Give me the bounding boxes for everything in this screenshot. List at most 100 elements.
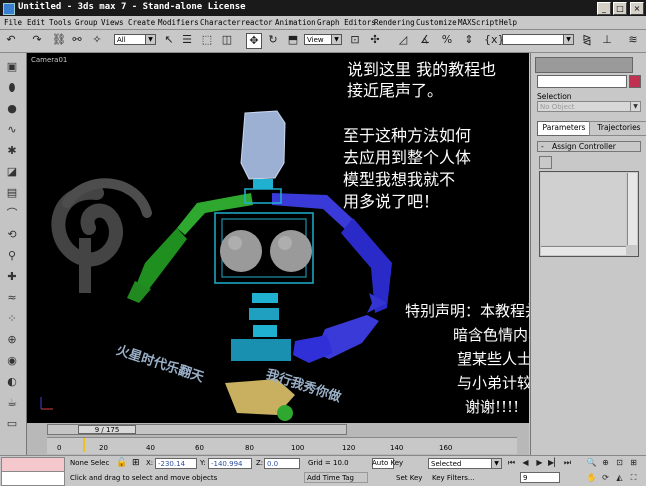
track-bar[interactable]: 0 20 40 60 80 100 120 140 160 (47, 437, 517, 454)
menu-tools[interactable]: Tools (49, 18, 72, 27)
play-icon[interactable]: ▶ (534, 457, 545, 468)
named-selection-icon[interactable]: {x} (484, 33, 505, 47)
maximize-button[interactable]: □ (613, 2, 627, 15)
vertical-scrollbar[interactable] (627, 173, 637, 245)
menu-reactor[interactable]: reactor (241, 18, 273, 27)
reference-coordinate-dropdown[interactable]: View ▼ (304, 34, 342, 45)
space-warp-icon[interactable]: ≈ (4, 290, 20, 305)
auto-key-button[interactable]: Auto Key (372, 459, 403, 467)
menu-edit[interactable]: Edit (27, 18, 45, 27)
create-light-icon[interactable]: ✱ (4, 143, 20, 158)
create-box-icon[interactable]: ▣ (4, 59, 20, 74)
selection-dropdown[interactable]: No Object ▼ (537, 101, 641, 112)
tab-trajectories[interactable]: Trajectories (589, 121, 646, 136)
set-key-button[interactable]: Set Key (396, 474, 422, 482)
helper-icon[interactable]: ✚ (4, 269, 20, 284)
horizontal-scrollbar[interactable] (541, 246, 626, 255)
menu-group[interactable]: Group (75, 18, 98, 27)
z-coordinate-field[interactable]: 0.0 (264, 458, 300, 469)
goto-start-icon[interactable]: ⏮ (506, 457, 517, 468)
spinner-snap-icon[interactable]: ⇕ (462, 33, 476, 47)
close-button[interactable]: × (630, 2, 644, 15)
add-time-tag-button[interactable]: Add Time Tag (304, 472, 368, 483)
mirror-icon[interactable]: ⧎ (580, 33, 594, 47)
tab-parameters[interactable]: Parameters (537, 121, 591, 136)
zoom-extents-icon[interactable]: ⊡ (614, 457, 625, 468)
undo-icon[interactable]: ↶ (4, 33, 18, 47)
maxscript-mini-listener[interactable] (1, 471, 65, 486)
reactor-icon[interactable]: ◉ (4, 353, 20, 368)
current-frame-field[interactable]: 9 (520, 472, 560, 483)
key-selection-dropdown[interactable]: Selected ▼ (428, 458, 502, 469)
display-icon[interactable]: ▭ (4, 416, 20, 431)
menu-rendering[interactable]: Rendering (374, 18, 415, 27)
selection-filter-dropdown[interactable]: All ▼ (114, 34, 156, 45)
bone-tool-icon[interactable]: ⚲ (4, 248, 20, 263)
field-of-view-icon[interactable]: ◭ (614, 472, 625, 483)
select-object-icon[interactable]: ↖ (162, 33, 176, 47)
create-sphere-icon[interactable]: ● (4, 101, 20, 116)
menu-animation[interactable]: Animation (275, 18, 316, 27)
time-slider-thumb[interactable]: 9 / 175 (78, 425, 136, 434)
modifier-bend-icon[interactable]: ⌒ (4, 206, 20, 221)
select-and-scale-icon[interactable]: ⬒ (286, 33, 300, 47)
menu-file[interactable]: File (4, 18, 22, 27)
select-and-link-icon[interactable]: ⛓ (52, 33, 66, 47)
menu-graph-editors[interactable]: Graph Editors (317, 18, 376, 27)
object-color-swatch[interactable] (629, 75, 641, 88)
angle-snap-icon[interactable]: ∡ (418, 33, 432, 47)
bind-space-warp-icon[interactable]: ✧ (90, 33, 104, 47)
snap-toggle-icon[interactable]: ◿ (396, 33, 410, 47)
create-plane-icon[interactable]: ▤ (4, 185, 20, 200)
camera-viewport[interactable]: Camera01 说到这里 我的教程也 接近尾声了。 至于这种方法如何 去应用到… (27, 53, 529, 423)
previous-frame-icon[interactable]: ◀ (520, 457, 531, 468)
next-frame-icon[interactable]: ▶▏ (548, 457, 560, 468)
app-icon[interactable] (3, 3, 15, 15)
x-coordinate-field[interactable]: -230.14 (155, 458, 197, 469)
create-camera-icon[interactable]: ◪ (4, 164, 20, 179)
named-selection-sets-dropdown[interactable]: ▼ (502, 34, 574, 45)
key-filters-button[interactable]: Key Filters... (432, 474, 475, 482)
absolute-mode-icon[interactable]: ⊞ (132, 458, 140, 468)
zoom-extents-all-icon[interactable]: ⊞ (628, 457, 639, 468)
menu-create[interactable]: Create (128, 18, 155, 27)
curve-editor-icon[interactable]: ≋ (626, 33, 640, 47)
assign-controller-rollout[interactable]: - Assign Controller (537, 141, 641, 152)
menu-character[interactable]: Character (200, 18, 241, 27)
modifier-twist-icon[interactable]: ⟲ (4, 227, 20, 242)
goto-end-icon[interactable]: ⏭ (562, 457, 573, 468)
zoom-icon[interactable]: 🔍 (586, 457, 597, 468)
controller-list[interactable] (539, 171, 639, 257)
y-coordinate-field[interactable]: -140.994 (208, 458, 252, 469)
maximize-viewport-icon[interactable]: ⛶ (628, 472, 639, 483)
menu-customize[interactable]: Customize (416, 18, 457, 27)
menu-maxscript[interactable]: MAXScript (458, 18, 499, 27)
percent-snap-icon[interactable]: % (440, 33, 454, 47)
particle-icon[interactable]: ⁘ (4, 311, 20, 326)
pivot-center-icon[interactable]: ⊡ (348, 33, 362, 47)
create-cylinder-icon[interactable]: ⬮ (4, 80, 20, 95)
lock-selection-icon[interactable]: 🔓 (116, 458, 127, 468)
redo-icon[interactable]: ↷ (30, 33, 44, 47)
unlink-icon[interactable]: ⚯ (70, 33, 84, 47)
time-slider[interactable]: 9 / 175 (47, 424, 347, 435)
select-and-move-icon[interactable]: ✥ (246, 33, 262, 49)
pan-icon[interactable]: ✋ (586, 472, 597, 483)
align-icon[interactable]: ⊥ (600, 33, 614, 47)
menu-modifiers[interactable]: Modifiers (158, 18, 199, 27)
menu-help[interactable]: Help (499, 18, 517, 27)
menu-views[interactable]: Views (101, 18, 124, 27)
select-by-name-icon[interactable]: ☰ (180, 33, 194, 47)
manipulate-icon[interactable]: ✣ (368, 33, 382, 47)
maxscript-listener[interactable] (1, 457, 65, 472)
command-panel-tabs[interactable] (535, 57, 633, 73)
assign-controller-button[interactable] (539, 156, 552, 169)
create-line-icon[interactable]: ∿ (4, 122, 20, 137)
object-name-field[interactable] (537, 75, 627, 88)
controller-tree[interactable] (541, 173, 626, 245)
minimize-button[interactable]: _ (597, 2, 611, 15)
compound-icon[interactable]: ⊕ (4, 332, 20, 347)
material-icon[interactable]: ◐ (4, 374, 20, 389)
zoom-all-icon[interactable]: ⊕ (600, 457, 611, 468)
window-crossing-icon[interactable]: ◫ (220, 33, 234, 47)
